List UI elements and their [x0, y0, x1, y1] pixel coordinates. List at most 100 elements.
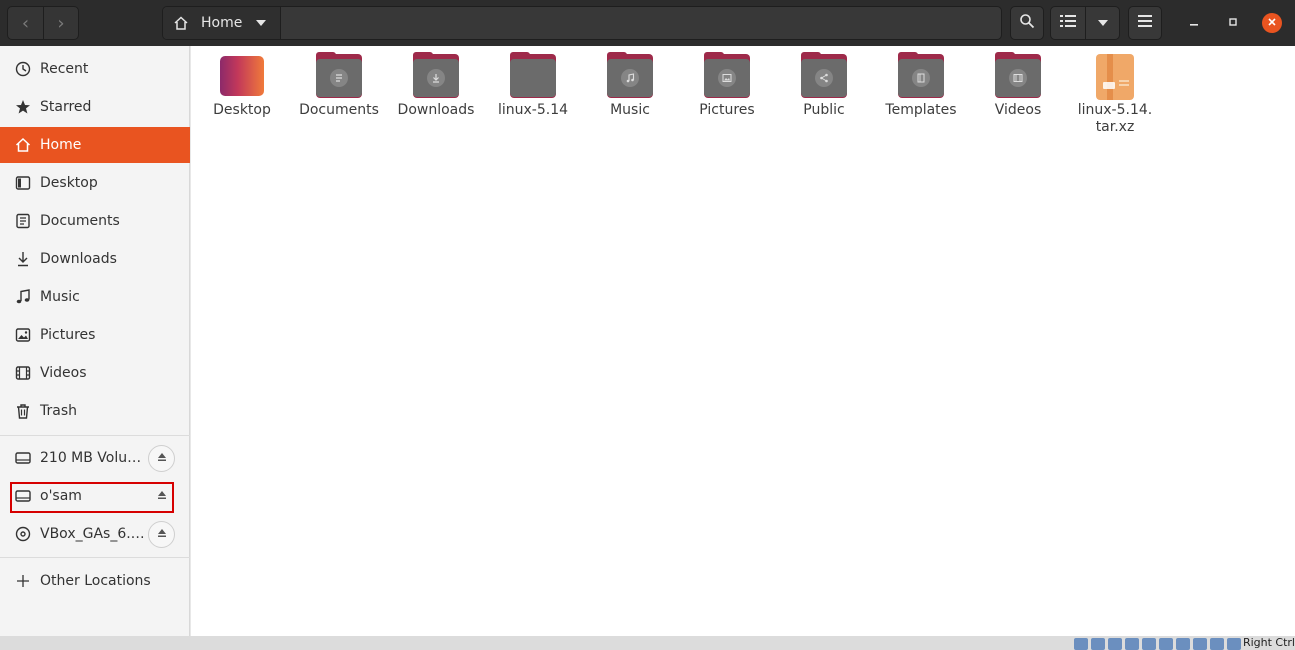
templates-folder-icon [897, 52, 945, 100]
trash-icon [14, 402, 32, 420]
main-menu-button[interactable] [1128, 6, 1162, 40]
sidebar-item-recent[interactable]: Recent [0, 51, 190, 87]
optical-drive-icon [1091, 638, 1105, 650]
view-options [1050, 6, 1120, 40]
file-item-documents[interactable]: Documents [293, 52, 385, 119]
desktop-icon [14, 174, 32, 192]
close-icon [1267, 15, 1277, 31]
highlight-annotation-box [10, 482, 174, 513]
chevron-down-icon [1097, 20, 1108, 26]
sidebar-item-downloads[interactable]: Downloads [0, 241, 190, 277]
minimize-icon [1189, 15, 1199, 31]
sidebar-item-documents[interactable]: Documents [0, 203, 190, 239]
sidebar-item-label: Music [40, 289, 80, 305]
file-name: Music [610, 102, 650, 118]
file-item-linux-tarball[interactable]: linux-5.14. tar.xz [1069, 52, 1161, 136]
folder-icon [509, 52, 557, 100]
file-item-pictures[interactable]: Pictures [681, 52, 773, 119]
hamburger-menu-icon [1138, 15, 1152, 31]
file-name: linux-5.14. tar.xz [1077, 102, 1153, 135]
list-view-button[interactable] [1051, 7, 1085, 39]
music-icon [621, 69, 639, 87]
clock-icon [14, 60, 32, 78]
eject-button[interactable] [148, 520, 175, 548]
sidebar-item-label: Videos [40, 365, 87, 381]
sidebar-item-label: Downloads [40, 251, 117, 267]
download-icon [14, 250, 32, 268]
close-button[interactable] [1262, 13, 1282, 33]
sidebar-item-desktop[interactable]: Desktop [0, 165, 190, 201]
back-button[interactable]: ‹ [8, 7, 43, 39]
maximize-button[interactable] [1223, 13, 1243, 33]
sidebar-item-label: Desktop [40, 175, 98, 191]
sidebar-item-label: Starred [40, 99, 92, 115]
search-button[interactable] [1010, 6, 1044, 40]
video-icon [1009, 69, 1027, 87]
public-folder-icon [800, 52, 848, 100]
file-item-desktop[interactable]: Desktop [196, 52, 288, 119]
file-item-public[interactable]: Public [778, 52, 870, 119]
file-name: linux-5.14 [497, 102, 569, 118]
drive-icon [14, 449, 32, 467]
home-icon [171, 13, 191, 33]
sidebar-item-videos[interactable]: Videos [0, 355, 190, 391]
sidebar-separator [0, 435, 190, 436]
file-item-templates[interactable]: Templates [875, 52, 967, 119]
sidebar: Recent Starred Home Desktop Documents Do… [0, 46, 190, 636]
sidebar-item-pictures[interactable]: Pictures [0, 317, 190, 353]
minimize-button[interactable] [1184, 13, 1204, 33]
path-home-button[interactable]: Home [163, 7, 281, 39]
sidebar-item-label: Other Locations [40, 573, 151, 589]
music-icon [14, 288, 32, 306]
sidebar-item-label: Home [40, 137, 82, 153]
path-bar[interactable]: Home [162, 6, 1002, 40]
home-icon [14, 136, 32, 154]
file-name: Pictures [699, 102, 755, 118]
downloads-folder-icon [412, 52, 460, 100]
host-key-label: Right Ctrl [1242, 636, 1295, 649]
sidebar-item-music[interactable]: Music [0, 279, 190, 315]
videos-folder-icon [994, 52, 1042, 100]
search-icon [1019, 13, 1035, 33]
network-icon [1125, 638, 1139, 650]
sidebar-item-trash[interactable]: Trash [0, 393, 190, 429]
music-folder-icon [606, 52, 654, 100]
file-item-music[interactable]: Music [584, 52, 676, 119]
sidebar-item-label: Recent [40, 61, 89, 77]
sidebar-item-volume[interactable]: 210 MB Volu… [0, 440, 190, 476]
display-icon [1176, 638, 1190, 650]
download-icon [427, 69, 445, 87]
archive-icon [1091, 52, 1139, 100]
view-options-dropdown[interactable] [1085, 7, 1119, 39]
header-bar: ‹ › Home [0, 0, 1295, 46]
mouse-integration-icon [1210, 638, 1224, 650]
picture-icon [14, 326, 32, 344]
path-label: Home [201, 15, 243, 31]
file-item-videos[interactable]: Videos [972, 52, 1064, 119]
file-item-linux-5-14[interactable]: linux-5.14 [487, 52, 579, 119]
document-icon [330, 69, 348, 87]
file-name: Templates [885, 102, 957, 118]
file-name: Public [803, 102, 845, 118]
sidebar-item-vbox[interactable]: VBox_GAs_6.… [0, 516, 190, 552]
file-view: Desktop Documents Downloads linux-5.14 M… [191, 46, 1295, 636]
host-status-bar: Right Ctrl [0, 636, 1295, 650]
list-view-icon [1060, 14, 1076, 32]
file-item-downloads[interactable]: Downloads [390, 52, 482, 119]
forward-button[interactable]: › [42, 7, 78, 39]
eject-button[interactable] [148, 444, 175, 472]
sidebar-item-other-locations[interactable]: Other Locations [0, 563, 190, 599]
capture-icon [1193, 638, 1207, 650]
sidebar-item-starred[interactable]: Starred [0, 89, 190, 125]
file-name: Documents [299, 102, 379, 118]
host-status-icons [1074, 638, 1241, 650]
file-name: Videos [994, 102, 1042, 118]
video-icon [14, 364, 32, 382]
picture-icon [718, 69, 736, 87]
star-icon [14, 98, 32, 116]
sidebar-item-label: VBox_GAs_6.… [40, 526, 145, 542]
sidebar-item-home[interactable]: Home [0, 127, 190, 163]
template-icon [912, 69, 930, 87]
file-name: Downloads [397, 102, 475, 118]
pictures-folder-icon [703, 52, 751, 100]
